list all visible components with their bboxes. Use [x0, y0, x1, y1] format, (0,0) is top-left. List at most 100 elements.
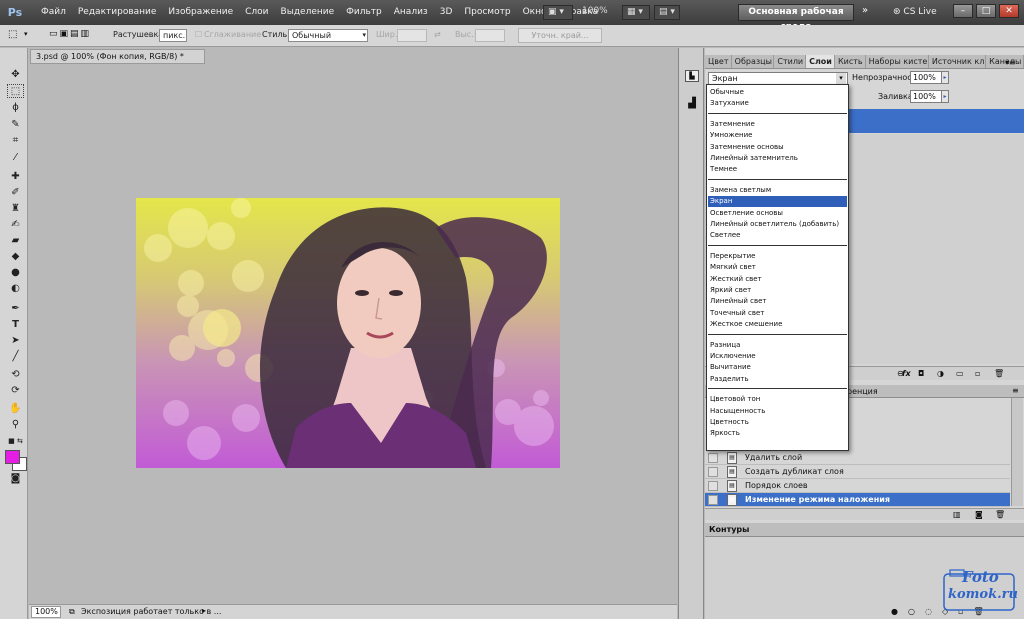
swap-icon[interactable]: ⇄: [434, 30, 441, 39]
panel-tab[interactable]: Слои: [806, 55, 835, 68]
blend-mode-option[interactable]: Перекрытие: [708, 251, 847, 262]
status-arrow-icon[interactable]: ▸: [202, 606, 206, 615]
marquee-tool-icon[interactable]: ⬚: [8, 29, 17, 40]
panel-tab[interactable]: Образцы: [732, 55, 775, 68]
adjustment-layer-icon[interactable]: ◑: [937, 369, 944, 378]
panel-tab[interactable]: Источник кл: [929, 55, 987, 68]
snapshot-icon[interactable]: ◙: [975, 510, 983, 519]
layer-mask-icon[interactable]: ◘: [918, 369, 924, 378]
opacity-slider-button[interactable]: ▸: [941, 71, 949, 84]
fill-slider-button[interactable]: ▸: [941, 90, 949, 103]
zoom-level-select[interactable]: 100%: [578, 5, 620, 20]
blend-mode-option[interactable]: Затемнение основы: [708, 142, 847, 153]
canvas-area[interactable]: [29, 64, 677, 604]
quick-mask-icon[interactable]: ◙: [7, 472, 24, 486]
new-group-icon[interactable]: ▭: [956, 369, 964, 378]
blend-mode-option[interactable]: Жесткое смешение: [708, 319, 847, 330]
panel-tab[interactable]: Цвет: [705, 55, 732, 68]
blend-mode-option[interactable]: Мягкий свет: [708, 262, 847, 273]
hand-tool-icon[interactable]: ✋: [7, 402, 24, 416]
blend-mode-option[interactable]: Замена светлым: [708, 185, 847, 196]
frame-button[interactable]: ▣ ▾: [543, 5, 573, 20]
history-tab-label[interactable]: ренция: [847, 385, 878, 398]
feather-input[interactable]: пикс.: [159, 29, 187, 42]
blend-mode-option[interactable]: Обычные: [708, 87, 847, 98]
default-colors-icon[interactable]: ■ ⇆: [7, 434, 24, 448]
history-brush-tool-icon[interactable]: ✍: [7, 218, 24, 232]
blend-mode-option[interactable]: Разделить: [708, 374, 847, 385]
refine-edge-button[interactable]: Уточн. край...: [518, 28, 602, 43]
trash-icon[interactable]: 🗑: [995, 510, 1005, 519]
cs-live-button[interactable]: ⊛ CS Live: [893, 5, 937, 20]
healing-brush-tool-icon[interactable]: ✚: [7, 170, 24, 184]
blend-mode-option[interactable]: Экран: [708, 196, 847, 208]
blend-mode-option[interactable]: Линейный затемнитель: [708, 153, 847, 164]
panel-tab[interactable]: Наборы кисте: [866, 55, 929, 68]
blend-mode-option[interactable]: Линейный осветлитель (добавить): [708, 219, 847, 230]
3d-orbit-tool-icon[interactable]: ⟳: [7, 384, 24, 398]
menu-item[interactable]: Слои: [239, 0, 274, 25]
blend-mode-option[interactable]: Разница: [708, 340, 847, 351]
foreground-color-swatch[interactable]: [5, 450, 20, 464]
zoom-input[interactable]: 100%: [31, 606, 61, 618]
opacity-input[interactable]: 100%: [910, 71, 942, 84]
screen-mode-button[interactable]: ▤ ▾: [654, 5, 680, 20]
style-select[interactable]: Обычный ▾: [288, 29, 368, 42]
blend-mode-option[interactable]: Линейный свет: [708, 296, 847, 307]
actions-panel-icon[interactable]: ▟: [685, 98, 699, 110]
blend-mode-option[interactable]: Затемнение: [708, 119, 847, 130]
menu-item[interactable]: Изображение: [162, 0, 239, 25]
history-toggle-icon[interactable]: [708, 467, 718, 477]
chevron-down-icon[interactable]: ▾: [24, 30, 28, 38]
photo-canvas[interactable]: [136, 198, 560, 468]
double-chevron-icon[interactable]: »: [862, 5, 868, 16]
history-toggle-icon[interactable]: [708, 495, 718, 505]
blur-tool-icon[interactable]: ●: [7, 266, 24, 280]
menu-item[interactable]: Фильтр: [340, 0, 388, 25]
eraser-tool-icon[interactable]: ▰: [7, 234, 24, 248]
history-row[interactable]: ▤ Изменение режима наложения: [705, 493, 1010, 507]
panel-menu-icon[interactable]: ▾≡: [1005, 58, 1016, 67]
new-document-icon[interactable]: ▥: [953, 510, 961, 519]
crop-tool-icon[interactable]: ⌗: [7, 134, 24, 148]
type-tool-icon[interactable]: T: [7, 318, 24, 332]
fill-input[interactable]: 100%: [910, 90, 942, 103]
antialias-checkbox[interactable]: ☐: [195, 30, 202, 39]
contours-panel-header[interactable]: Контуры: [705, 523, 1024, 537]
paint-bucket-tool-icon[interactable]: ◆: [7, 250, 24, 264]
blend-mode-option[interactable]: Светлее: [708, 230, 847, 241]
move-tool-icon[interactable]: ✥: [7, 68, 24, 82]
menu-item[interactable]: 3D: [434, 0, 459, 25]
eyedropper-tool-icon[interactable]: ⁄: [7, 151, 24, 165]
history-row[interactable]: ▤ Порядок слоев: [705, 479, 1010, 493]
blend-mode-option[interactable]: Насыщенность: [708, 406, 847, 417]
new-layer-icon[interactable]: ▫: [975, 369, 980, 378]
clone-stamp-tool-icon[interactable]: ♜: [7, 202, 24, 216]
trash-icon[interactable]: 🗑: [994, 369, 1004, 378]
menu-item[interactable]: Просмотр: [458, 0, 516, 25]
zoom-tool-icon[interactable]: ⚲: [7, 418, 24, 432]
menu-item[interactable]: Анализ: [388, 0, 434, 25]
selection-mode-icons[interactable]: ▭▣▤▥: [49, 29, 91, 39]
maximize-button[interactable]: □: [976, 4, 996, 18]
pen-tool-icon[interactable]: ✒: [7, 302, 24, 316]
history-row[interactable]: ▤ Создать дубликат слоя: [705, 465, 1010, 479]
blend-mode-option[interactable]: Темнее: [708, 164, 847, 175]
width-input[interactable]: [397, 29, 427, 42]
marquee-tool-icon[interactable]: ⬚: [7, 84, 24, 98]
blend-mode-option[interactable]: Цветовой тон: [708, 394, 847, 405]
dodge-tool-icon[interactable]: ◐: [7, 282, 24, 296]
blend-mode-option[interactable]: Точечный свет: [708, 308, 847, 319]
blend-mode-option[interactable]: Вычитание: [708, 362, 847, 373]
document-tab[interactable]: 3.psd @ 100% (Фон копия, RGB/8) *: [30, 49, 205, 64]
panel-tab[interactable]: Стили: [774, 55, 807, 68]
blend-mode-option[interactable]: Осветление основы: [708, 208, 847, 219]
history-scrollbar[interactable]: [1011, 398, 1023, 506]
arrange-documents-button[interactable]: ▦ ▾: [622, 5, 650, 20]
blend-mode-option[interactable]: Исключение: [708, 351, 847, 362]
menu-item[interactable]: Файл: [35, 0, 72, 25]
height-input[interactable]: [475, 29, 505, 42]
3d-rotate-tool-icon[interactable]: ⟲: [7, 368, 24, 382]
blend-mode-option[interactable]: Затухание: [708, 98, 847, 109]
blend-mode-option[interactable]: Яркий свет: [708, 285, 847, 296]
